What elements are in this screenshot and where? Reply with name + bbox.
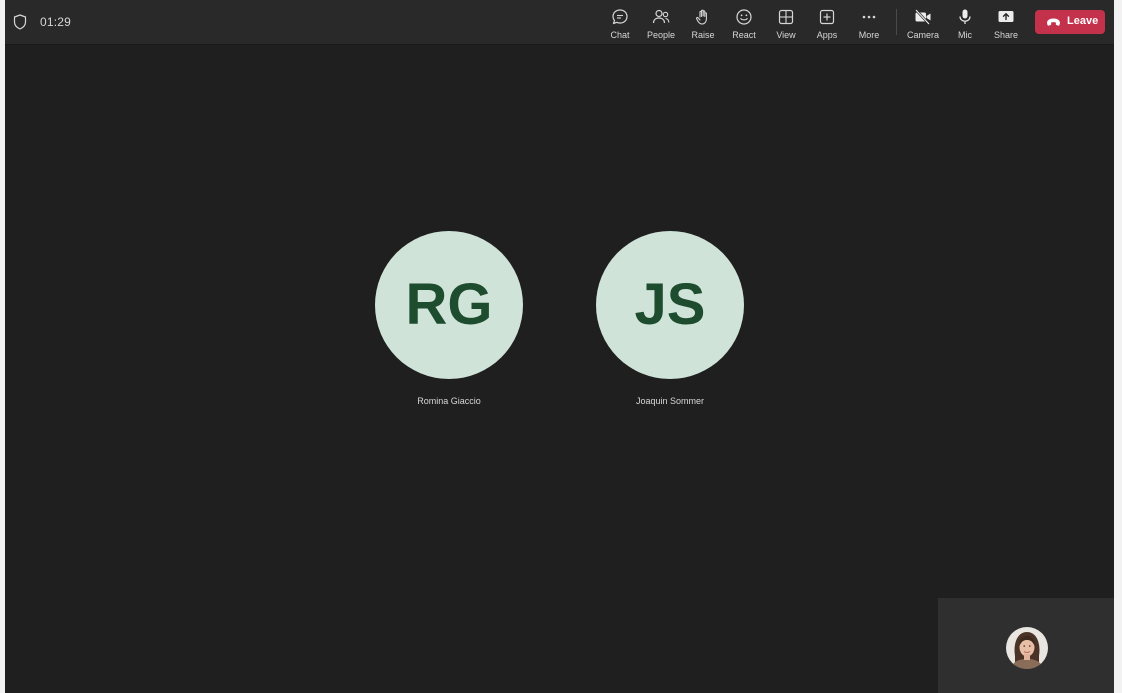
self-avatar (1006, 627, 1048, 669)
toolbar-divider (896, 9, 897, 35)
grid-icon (778, 9, 794, 25)
apps-label: Apps (816, 30, 838, 40)
share-button[interactable]: Share (984, 6, 1028, 40)
meeting-toolbar: 01:29 Chat People Raise React View Apps … (5, 0, 1114, 45)
leave-button[interactable]: Leave (1035, 10, 1105, 34)
view-button[interactable]: View (764, 6, 808, 40)
mic-icon (959, 9, 971, 24)
view-label: View (776, 30, 796, 40)
avatar: RG (375, 231, 523, 379)
ellipsis-icon (862, 15, 876, 19)
leave-label: Leave (1067, 15, 1099, 27)
smiley-icon (736, 9, 752, 25)
raise-label: Raise (691, 30, 715, 40)
people-button[interactable]: People (639, 6, 683, 40)
mic-label: Mic (958, 30, 972, 40)
more-label: More (858, 30, 880, 40)
participant-tile[interactable]: RG Romina Giaccio (374, 231, 524, 406)
chat-button[interactable]: Chat (598, 6, 642, 40)
camera-button[interactable]: Camera (901, 6, 945, 40)
participant-name: Romina Giaccio (417, 396, 481, 406)
people-icon (652, 9, 670, 24)
shield-icon[interactable] (13, 14, 27, 30)
react-label: React (732, 30, 756, 40)
chat-label: Chat (610, 30, 630, 40)
camera-label: Camera (906, 30, 939, 40)
call-timer: 01:29 (40, 15, 72, 29)
more-button[interactable]: More (847, 6, 891, 40)
participant-tile[interactable]: JS Joaquin Sommer (595, 231, 745, 406)
plus-square-icon (819, 9, 835, 25)
raise-hand-button[interactable]: Raise (681, 6, 725, 40)
hand-icon (695, 9, 707, 25)
people-label: People (646, 30, 676, 40)
share-icon (998, 11, 1014, 22)
chat-icon (612, 9, 628, 25)
meeting-window: 01:29 Chat People Raise React View Apps … (5, 0, 1114, 693)
camera-off-icon (915, 9, 931, 25)
participant-name: Joaquin Sommer (635, 396, 705, 406)
self-view-tile[interactable] (938, 598, 1114, 693)
apps-button[interactable]: Apps (805, 6, 849, 40)
react-button[interactable]: React (722, 6, 766, 40)
mic-button[interactable]: Mic (943, 6, 987, 40)
share-label: Share (993, 30, 1019, 40)
phone-hangup-icon (1047, 18, 1060, 26)
avatar: JS (596, 231, 744, 379)
